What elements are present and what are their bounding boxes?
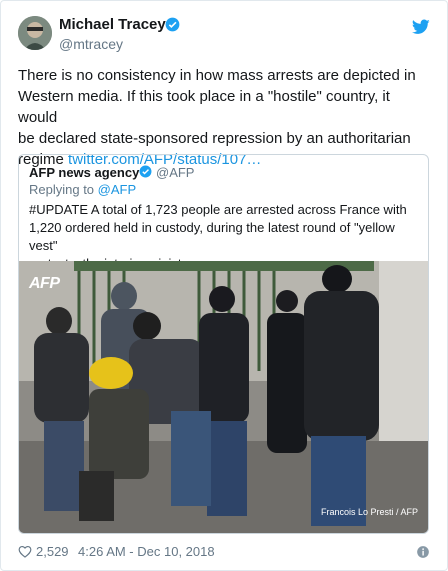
photo-credit: Francois Lo Presti / AFP — [320, 507, 418, 517]
verified-badge-icon — [165, 17, 180, 32]
quoted-text-line: #UPDATE A total of 1,723 people are arre… — [29, 202, 407, 217]
tweet-footer: 2,529 4:26 AM - Dec 10, 2018 — [18, 544, 432, 562]
quoted-author-handle[interactable]: @AFP — [156, 165, 194, 180]
heart-icon[interactable] — [18, 545, 32, 558]
quoted-tweet-photo[interactable]: AFP Francois Lo Presti / AFP — [19, 261, 428, 533]
replying-to: Replying to @AFP — [29, 182, 136, 197]
info-icon[interactable] — [416, 545, 430, 559]
arrest-photo — [19, 261, 428, 533]
twitter-bird-icon[interactable] — [412, 19, 430, 35]
verified-badge-icon — [139, 165, 152, 178]
tweet-text-line: Western media. If this took place in a "… — [18, 88, 390, 126]
tweet-timestamp[interactable]: 4:26 AM - Dec 10, 2018 — [78, 544, 215, 559]
like-count[interactable]: 2,529 — [36, 544, 69, 559]
replying-to-handle[interactable]: @AFP — [98, 182, 136, 197]
replying-to-label: Replying to — [29, 182, 98, 197]
tweet-text-line: There is no consistency in how mass arre… — [18, 67, 416, 84]
quoted-author-name[interactable]: AFP news agency — [29, 165, 139, 180]
quoted-tweet[interactable]: AFP news agency @AFP Replying to @AFP #U… — [18, 154, 429, 534]
tweet-text-line: be declared state-sponsored repression b… — [18, 130, 411, 147]
author-handle[interactable]: @mtracey — [59, 36, 123, 52]
author-avatar[interactable] — [18, 16, 52, 50]
author-name[interactable]: Michael Tracey — [59, 16, 166, 33]
embedded-tweet-card: Michael Tracey @mtracey There is no cons… — [0, 0, 448, 571]
afp-logo: AFP — [29, 275, 60, 292]
quoted-text-line: 1,220 ordered held in custody, during th… — [29, 220, 395, 253]
